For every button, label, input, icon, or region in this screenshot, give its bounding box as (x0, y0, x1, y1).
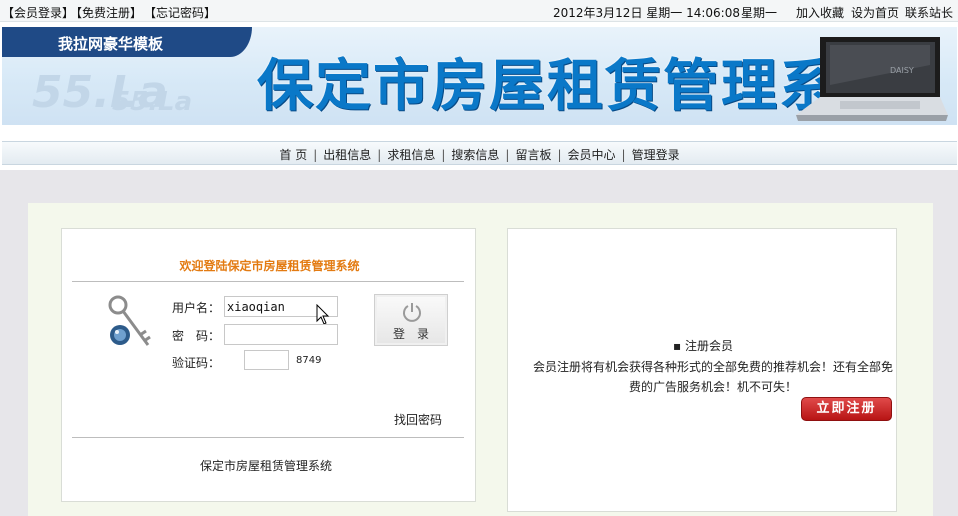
nav-item-wanted[interactable]: 求租信息 (387, 148, 435, 162)
main-nav: 首 页 | 出租信息 | 求租信息 | 搜索信息 | 留言板 | 会员中心 | 管理登录 (2, 141, 957, 165)
nav-separator: | (441, 148, 446, 162)
top-bar: 【会员登录】 【免费注册】 【忘记密码】 2012年3月12日 星期一 14:0… (0, 0, 958, 22)
brand-label: 我拉网豪华模板 (58, 35, 164, 53)
laptop-image: DAISY (796, 37, 948, 121)
login-button-label: 登录 (392, 327, 441, 341)
captcha-input[interactable] (244, 350, 289, 370)
captcha-code: 8749 (296, 355, 322, 366)
nav-item-search[interactable]: 搜索信息 (451, 148, 499, 162)
register-heading: ▪ 注册会员 (673, 339, 733, 353)
add-favorite-link[interactable]: 加入收藏 (796, 4, 844, 21)
nav-item-member-center[interactable]: 会员中心 (568, 148, 616, 162)
register-now-button[interactable]: 立即注册 (801, 397, 892, 421)
nav-item-admin-login[interactable]: 管理登录 (632, 148, 680, 162)
nav-separator: | (557, 148, 562, 162)
password-input[interactable] (224, 324, 338, 345)
text-cursor-icon (316, 304, 330, 325)
free-register-link[interactable]: 【免费注册】 (70, 4, 142, 21)
login-welcome-title: 欢迎登陆保定市房屋租赁管理系统 (179, 259, 360, 273)
nav-item-rent-out[interactable]: 出租信息 (323, 148, 371, 162)
banner-watermark-2: 55.La (112, 87, 193, 117)
divider (72, 281, 464, 282)
login-footer-text: 保定市房屋租赁管理系统 (199, 459, 332, 473)
brand-stripe: 我拉网豪华模板 (2, 27, 252, 57)
nav-item-home[interactable]: 首 页 (279, 148, 307, 162)
nav-separator: | (313, 148, 318, 162)
header-banner: 55.La 55.La 我拉网豪华模板 保定市房屋租赁管理系统 DAISY (2, 27, 957, 125)
login-box: 欢迎登陆保定市房屋租赁管理系统 用户名： 密 码： 验证码： 8749 (61, 228, 476, 502)
captcha-label: 验证码： (172, 356, 221, 370)
power-icon (403, 303, 421, 322)
nav-item-guestbook[interactable]: 留言板 (515, 148, 551, 162)
weekday-text: 星期一 (741, 6, 778, 20)
main-panel: 欢迎登陆保定市房屋租赁管理系统 用户名： 密 码： 验证码： 8749 (28, 203, 933, 516)
nav-separator: | (505, 148, 510, 162)
contact-admin-link[interactable]: 联系站长 (905, 4, 953, 21)
datetime-text: 2012年3月12日 星期一 14:06:08 (553, 6, 740, 20)
member-login-link[interactable]: 【会员登录】 (2, 4, 74, 21)
forgot-password-link[interactable]: 【忘记密码】 (144, 4, 216, 21)
register-box: ▪ 注册会员 会员注册将有机会获得各种形式的全部免费的推荐机会！还有全部免费的广… (507, 228, 897, 512)
nav-separator: | (621, 148, 626, 162)
divider (72, 437, 464, 438)
key-icon (108, 295, 151, 346)
nav-separator: | (377, 148, 382, 162)
password-label: 密 码： (172, 329, 221, 343)
login-button[interactable]: 登录 (374, 294, 448, 346)
set-home-link[interactable]: 设为首页 (851, 4, 899, 21)
laptop-brand-text: DAISY (890, 66, 914, 75)
username-label: 用户名： (172, 301, 221, 315)
content-area: 欢迎登陆保定市房屋租赁管理系统 用户名： 密 码： 验证码： 8749 (0, 170, 958, 516)
find-password-link[interactable]: 找回密码 (394, 411, 442, 428)
register-description: 会员注册将有机会获得各种形式的全部免费的推荐机会！还有全部免费的广告服务机会！机… (532, 360, 893, 394)
